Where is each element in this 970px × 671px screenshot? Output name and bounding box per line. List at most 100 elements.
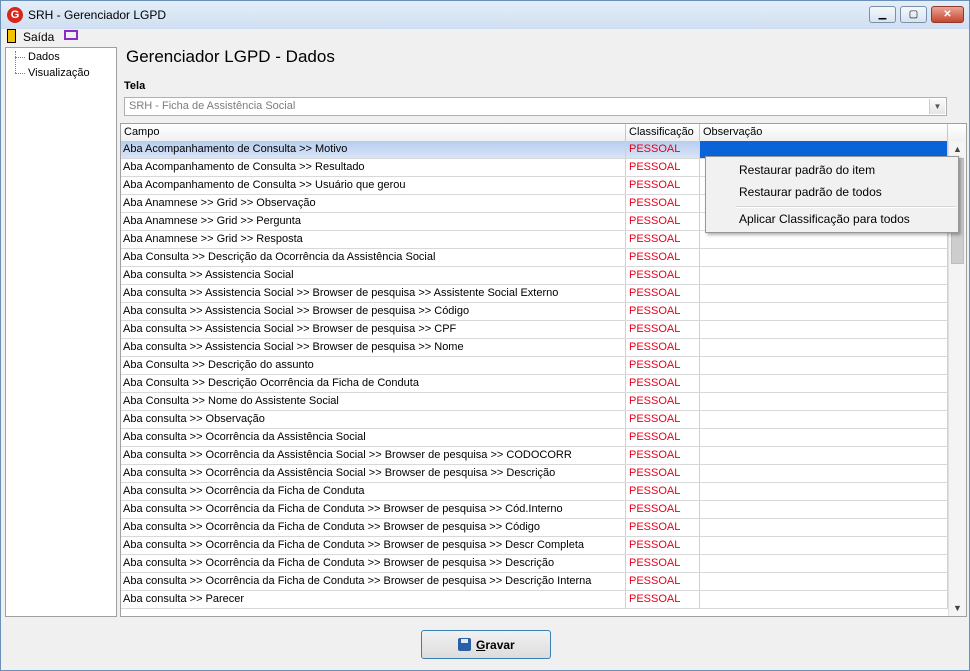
exit-menu-item[interactable]: Saída	[23, 30, 54, 44]
grid-cell-classificacao[interactable]: PESSOAL	[626, 195, 700, 212]
maximize-button[interactable]: ▢	[900, 6, 927, 23]
grid-cell-classificacao[interactable]: PESSOAL	[626, 285, 700, 302]
grid-cell-classificacao[interactable]: PESSOAL	[626, 231, 700, 248]
grid-cell-campo[interactable]: Aba consulta >> Ocorrência da Ficha de C…	[121, 555, 626, 572]
grid-cell-observacao[interactable]	[700, 321, 948, 338]
grid-cell-classificacao[interactable]: PESSOAL	[626, 393, 700, 410]
grid-cell-campo[interactable]: Aba consulta >> Ocorrência da Ficha de C…	[121, 501, 626, 518]
exit-door-icon[interactable]	[7, 29, 16, 43]
grid-cell-campo[interactable]: Aba consulta >> Ocorrência da Assistênci…	[121, 447, 626, 464]
close-button[interactable]: ✕	[931, 6, 964, 23]
grid-cell-classificacao[interactable]: PESSOAL	[626, 483, 700, 500]
grid-cell-campo[interactable]: Aba consulta >> Ocorrência da Ficha de C…	[121, 519, 626, 536]
grid-cell-classificacao[interactable]: PESSOAL	[626, 555, 700, 572]
monitor-icon[interactable]	[64, 30, 78, 40]
grid-cell-classificacao[interactable]: PESSOAL	[626, 429, 700, 446]
grid-cell-observacao[interactable]	[700, 357, 948, 374]
grid-cell-observacao[interactable]	[700, 231, 948, 248]
grid-cell-observacao[interactable]	[700, 465, 948, 482]
tree-item-visualizacao[interactable]: Visualização	[28, 67, 90, 79]
grid-cell-classificacao[interactable]: PESSOAL	[626, 537, 700, 554]
grid-cell-observacao[interactable]	[700, 411, 948, 428]
save-button[interactable]: Gravar	[421, 630, 551, 659]
grid-cell-campo[interactable]: Aba consulta >> Assistencia Social >> Br…	[121, 321, 626, 338]
grid-cell-campo[interactable]: Aba Acompanhamento de Consulta >> Motivo	[121, 141, 626, 158]
column-header-classificacao[interactable]: Classificação	[626, 124, 700, 141]
grid-cell-campo[interactable]: Aba Consulta >> Descrição do assunto	[121, 357, 626, 374]
grid-cell-observacao[interactable]	[700, 429, 948, 446]
table-row[interactable]: Aba consulta >> Ocorrência da Assistênci…	[121, 429, 948, 447]
table-row[interactable]: Aba Anamnese >> Grid >> Resposta PESSOAL	[121, 231, 948, 249]
table-row[interactable]: Aba consulta >> Parecer PESSOAL	[121, 591, 948, 609]
grid-cell-classificacao[interactable]: PESSOAL	[626, 447, 700, 464]
grid-cell-campo[interactable]: Aba Anamnese >> Grid >> Pergunta	[121, 213, 626, 230]
table-row[interactable]: Aba consulta >> Assistencia Social >> Br…	[121, 321, 948, 339]
grid-cell-observacao[interactable]	[700, 393, 948, 410]
grid-cell-observacao[interactable]	[700, 267, 948, 284]
table-row[interactable]: Aba consulta >> Ocorrência da Assistênci…	[121, 465, 948, 483]
grid-cell-campo[interactable]: Aba Anamnese >> Grid >> Resposta	[121, 231, 626, 248]
table-row[interactable]: Aba consulta >> Ocorrência da Ficha de C…	[121, 573, 948, 591]
grid-cell-campo[interactable]: Aba Consulta >> Descrição da Ocorrência …	[121, 249, 626, 266]
grid-cell-campo[interactable]: Aba Anamnese >> Grid >> Observação	[121, 195, 626, 212]
scroll-up-icon[interactable]: ▲	[949, 141, 966, 157]
grid-cell-classificacao[interactable]: PESSOAL	[626, 573, 700, 590]
grid-cell-classificacao[interactable]: PESSOAL	[626, 519, 700, 536]
grid-cell-classificacao[interactable]: PESSOAL	[626, 339, 700, 356]
context-menu-item-apply-classification[interactable]: Aplicar Classificação para todos	[739, 212, 910, 226]
chevron-down-icon[interactable]: ▼	[929, 99, 945, 114]
grid-cell-classificacao[interactable]: PESSOAL	[626, 591, 700, 608]
grid-cell-campo[interactable]: Aba consulta >> Ocorrência da Ficha de C…	[121, 483, 626, 500]
grid-cell-classificacao[interactable]: PESSOAL	[626, 141, 700, 158]
scroll-down-icon[interactable]: ▼	[949, 600, 966, 616]
grid-cell-observacao[interactable]	[700, 303, 948, 320]
table-row[interactable]: Aba consulta >> Ocorrência da Ficha de C…	[121, 537, 948, 555]
minimize-button[interactable]: ▁	[869, 6, 896, 23]
table-row[interactable]: Aba consulta >> Assistencia Social PESSOA…	[121, 267, 948, 285]
grid-cell-classificacao[interactable]: PESSOAL	[626, 357, 700, 374]
column-header-campo[interactable]: Campo	[121, 124, 626, 141]
grid-cell-campo[interactable]: Aba consulta >> Ocorrência da Assistênci…	[121, 465, 626, 482]
grid-cell-classificacao[interactable]: PESSOAL	[626, 465, 700, 482]
grid-cell-campo[interactable]: Aba Acompanhamento de Consulta >> Usuári…	[121, 177, 626, 194]
grid-cell-campo[interactable]: Aba consulta >> Observação	[121, 411, 626, 428]
table-row[interactable]: Aba Consulta >> Nome do Assistente Socia…	[121, 393, 948, 411]
grid-cell-classificacao[interactable]: PESSOAL	[626, 375, 700, 392]
grid-cell-classificacao[interactable]: PESSOAL	[626, 177, 700, 194]
table-row[interactable]: Aba Consulta >> Descrição do assunto PESS…	[121, 357, 948, 375]
grid-cell-campo[interactable]: Aba consulta >> Assistencia Social	[121, 267, 626, 284]
table-row[interactable]: Aba consulta >> Ocorrência da Assistênci…	[121, 447, 948, 465]
grid-cell-observacao[interactable]	[700, 447, 948, 464]
grid-cell-campo[interactable]: Aba consulta >> Assistencia Social >> Br…	[121, 285, 626, 302]
title-bar[interactable]: G SRH - Gerenciador LGPD ▁ ▢ ✕	[1, 1, 969, 29]
grid-cell-observacao[interactable]	[700, 285, 948, 302]
grid-cell-observacao[interactable]	[700, 375, 948, 392]
tela-select[interactable]: SRH - Ficha de Assistência Social ▼	[124, 97, 947, 116]
grid-cell-observacao[interactable]	[700, 537, 948, 554]
grid-cell-classificacao[interactable]: PESSOAL	[626, 267, 700, 284]
table-row[interactable]: Aba consulta >> Assistencia Social >> Br…	[121, 285, 948, 303]
grid-cell-campo[interactable]: Aba consulta >> Ocorrência da Assistênci…	[121, 429, 626, 446]
grid-cell-classificacao[interactable]: PESSOAL	[626, 303, 700, 320]
grid-cell-campo[interactable]: Aba consulta >> Assistencia Social >> Br…	[121, 303, 626, 320]
column-header-observacao[interactable]: Observação	[700, 124, 948, 141]
grid-cell-classificacao[interactable]: PESSOAL	[626, 321, 700, 338]
grid-cell-observacao[interactable]	[700, 573, 948, 590]
table-row[interactable]: Aba consulta >> Observação PESSOAL	[121, 411, 948, 429]
grid-cell-observacao[interactable]	[700, 555, 948, 572]
context-menu-item-restore-item[interactable]: Restaurar padrão do item	[739, 163, 875, 177]
grid-cell-classificacao[interactable]: PESSOAL	[626, 501, 700, 518]
grid-cell-campo[interactable]: Aba Consulta >> Nome do Assistente Socia…	[121, 393, 626, 410]
grid-cell-classificacao[interactable]: PESSOAL	[626, 159, 700, 176]
grid-cell-observacao[interactable]	[700, 483, 948, 500]
grid-cell-observacao[interactable]	[700, 501, 948, 518]
grid-cell-campo[interactable]: Aba Consulta >> Descrição Ocorrência da …	[121, 375, 626, 392]
grid-cell-observacao[interactable]	[700, 249, 948, 266]
table-row[interactable]: Aba consulta >> Ocorrência da Ficha de C…	[121, 501, 948, 519]
grid-cell-classificacao[interactable]: PESSOAL	[626, 411, 700, 428]
table-row[interactable]: Aba Consulta >> Descrição Ocorrência da …	[121, 375, 948, 393]
grid-cell-campo[interactable]: Aba consulta >> Ocorrência da Ficha de C…	[121, 537, 626, 554]
table-row[interactable]: Aba consulta >> Ocorrência da Ficha de C…	[121, 555, 948, 573]
table-row[interactable]: Aba Consulta >> Descrição da Ocorrência …	[121, 249, 948, 267]
table-row[interactable]: Aba consulta >> Ocorrência da Ficha de C…	[121, 519, 948, 537]
